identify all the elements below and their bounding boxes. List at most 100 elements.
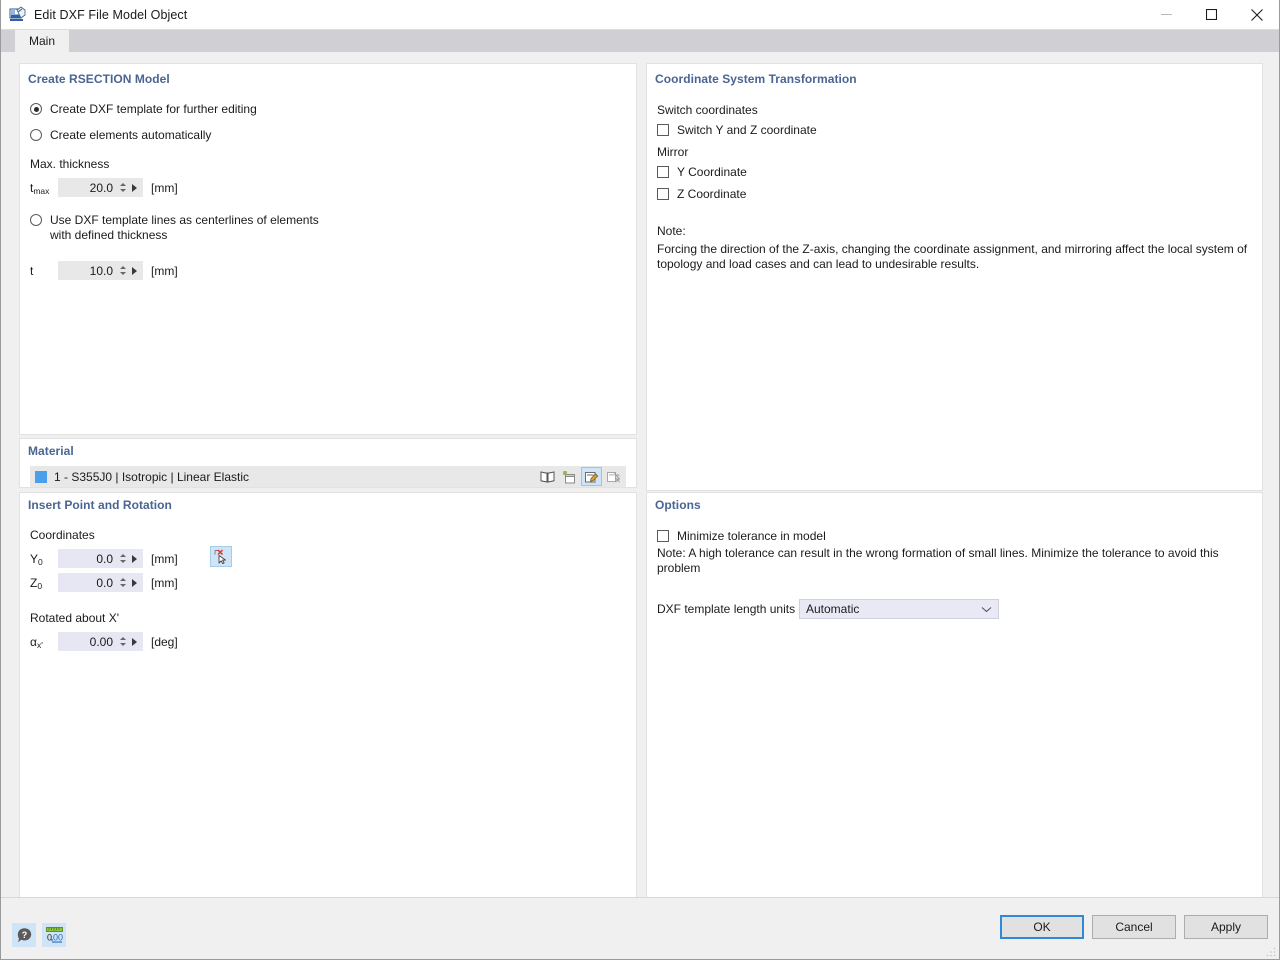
maximize-icon[interactable] [1189, 0, 1234, 30]
y0-input[interactable]: 0.0 [58, 549, 143, 568]
checkbox-mirror-y-box [657, 166, 669, 178]
z0-dropdown-icon[interactable] [129, 579, 140, 587]
svg-text:00: 00 [53, 933, 63, 943]
checkbox-mirror-z-label: Z Coordinate [677, 187, 746, 201]
tmax-stepper[interactable] [118, 180, 127, 195]
tmax-unit: [mm] [151, 181, 178, 195]
switch-coordinates-label: Switch coordinates [657, 103, 1252, 117]
ok-button[interactable]: OK [1000, 915, 1084, 939]
material-value: 1 - S355J0 | Isotropic | Linear Elastic [54, 470, 537, 484]
panel-options-title: Options [647, 493, 1262, 512]
alpha-x-unit: [deg] [151, 635, 178, 649]
tmax-input[interactable]: 20.0 [58, 178, 143, 197]
t-dropdown-icon[interactable] [129, 267, 140, 275]
radio-use-centerlines-label: Use DXF template lines as centerlines of… [50, 213, 320, 243]
checkbox-switch-y-z-label: Switch Y and Z coordinate [677, 123, 817, 137]
edit-material-icon[interactable] [581, 467, 602, 486]
material-color-swatch [35, 471, 47, 483]
field-t: t 10.0 [mm] [30, 261, 626, 280]
dxf-units-select[interactable]: Automatic [799, 599, 999, 619]
radio-create-elements-automatically-label: Create elements automatically [50, 128, 211, 143]
panel-options: Options Minimize tolerance in model Note… [646, 492, 1263, 952]
material-library-icon[interactable] [537, 467, 558, 486]
t-stepper[interactable] [118, 263, 127, 278]
title-bar: Edit DXF File Model Object [1, 0, 1279, 30]
coordinates-label: Coordinates [30, 528, 626, 542]
y0-value: 0.0 [58, 552, 118, 566]
close-icon[interactable] [1234, 0, 1279, 30]
dialog-window: Edit DXF File Model Object Main Create R… [0, 0, 1280, 960]
y0-dropdown-icon[interactable] [129, 555, 140, 563]
panel-insert-point-rotation: Insert Point and Rotation Coordinates Y0… [19, 492, 637, 952]
radio-create-dxf-template-indicator [30, 103, 42, 115]
t-label: t [30, 264, 58, 278]
apply-button[interactable]: Apply [1184, 915, 1268, 939]
radio-create-elements-automatically-indicator [30, 129, 42, 141]
chevron-down-icon [981, 602, 992, 616]
field-z0: Z0 0.0 [mm] [30, 573, 626, 592]
radio-create-dxf-template[interactable]: Create DXF template for further editing [30, 102, 626, 117]
checkbox-minimize-tolerance[interactable]: Minimize tolerance in model [657, 529, 1252, 543]
max-thickness-label: Max. thickness [30, 157, 626, 171]
window-title: Edit DXF File Model Object [34, 8, 187, 22]
checkbox-mirror-z[interactable]: Z Coordinate [657, 187, 1252, 201]
checkbox-minimize-tolerance-label: Minimize tolerance in model [677, 529, 826, 543]
tmax-dropdown-icon[interactable] [129, 184, 140, 192]
checkbox-minimize-tolerance-box [657, 530, 669, 542]
rotated-about-label: Rotated about X' [30, 611, 626, 625]
window-controls [1144, 0, 1279, 30]
checkbox-switch-y-z[interactable]: Switch Y and Z coordinate [657, 123, 1252, 137]
y0-unit: [mm] [151, 552, 178, 566]
z0-unit: [mm] [151, 576, 178, 590]
tab-main-label: Main [29, 34, 55, 48]
dxf-units-value: Automatic [806, 602, 859, 616]
panel-coordinate-transform-title: Coordinate System Transformation [647, 64, 1262, 86]
alpha-x-value: 0.00 [58, 635, 118, 649]
y0-stepper[interactable] [118, 551, 127, 566]
alpha-x-input[interactable]: 0.00 [58, 632, 143, 651]
checkbox-mirror-y[interactable]: Y Coordinate [657, 165, 1252, 179]
cancel-button[interactable]: Cancel [1092, 915, 1176, 939]
footer-left-icons: ? 0 00 [12, 923, 66, 947]
radio-use-centerlines-indicator [30, 214, 42, 226]
pick-point-icon[interactable] [210, 546, 232, 567]
checkbox-mirror-y-label: Y Coordinate [677, 165, 747, 179]
mirror-label: Mirror [657, 145, 1252, 159]
delete-material-icon[interactable] [603, 467, 624, 486]
panel-create-rsection-title: Create RSECTION Model [20, 64, 636, 86]
apply-button-label: Apply [1211, 920, 1241, 934]
alpha-x-label: αx' [30, 635, 58, 649]
z0-input[interactable]: 0.0 [58, 573, 143, 592]
field-tmax: tmax 20.0 [mm] [30, 178, 626, 197]
tab-main[interactable]: Main [15, 30, 69, 52]
number-format-icon[interactable]: 0 00 [42, 923, 66, 947]
tab-strip: Main [1, 30, 1279, 52]
radio-use-centerlines[interactable]: Use DXF template lines as centerlines of… [30, 213, 320, 243]
z0-value: 0.0 [58, 576, 118, 590]
dialog-content: Create RSECTION Model Create DXF templat… [1, 52, 1279, 897]
radio-create-dxf-template-label: Create DXF template for further editing [50, 102, 257, 117]
panel-insert-point-title: Insert Point and Rotation [20, 493, 636, 512]
resize-grip[interactable] [1266, 946, 1276, 956]
material-row[interactable]: 1 - S355J0 | Isotropic | Linear Elastic [30, 466, 626, 487]
t-value: 10.0 [58, 264, 118, 278]
cancel-button-label: Cancel [1115, 920, 1152, 934]
alpha-x-stepper[interactable] [118, 634, 127, 649]
help-icon[interactable]: ? [12, 923, 36, 947]
transform-note-title: Note: [657, 224, 1252, 238]
new-material-icon[interactable] [559, 467, 580, 486]
field-alpha-x: αx' 0.00 [deg] [30, 632, 626, 651]
checkbox-switch-y-z-box [657, 124, 669, 136]
footer-bar: ? 0 00 OK Cancel Ap [1, 897, 1279, 959]
y0-label: Y0 [30, 552, 58, 566]
field-y0: Y0 0.0 [mm] [30, 549, 626, 568]
t-input[interactable]: 10.0 [58, 261, 143, 280]
radio-create-elements-automatically[interactable]: Create elements automatically [30, 128, 626, 143]
alpha-x-dropdown-icon[interactable] [129, 638, 140, 646]
dxf-model-icon [9, 6, 27, 24]
z0-stepper[interactable] [118, 575, 127, 590]
svg-text:?: ? [21, 930, 27, 940]
minimize-icon[interactable] [1144, 0, 1189, 30]
tmax-label: tmax [30, 181, 58, 195]
t-unit: [mm] [151, 264, 178, 278]
